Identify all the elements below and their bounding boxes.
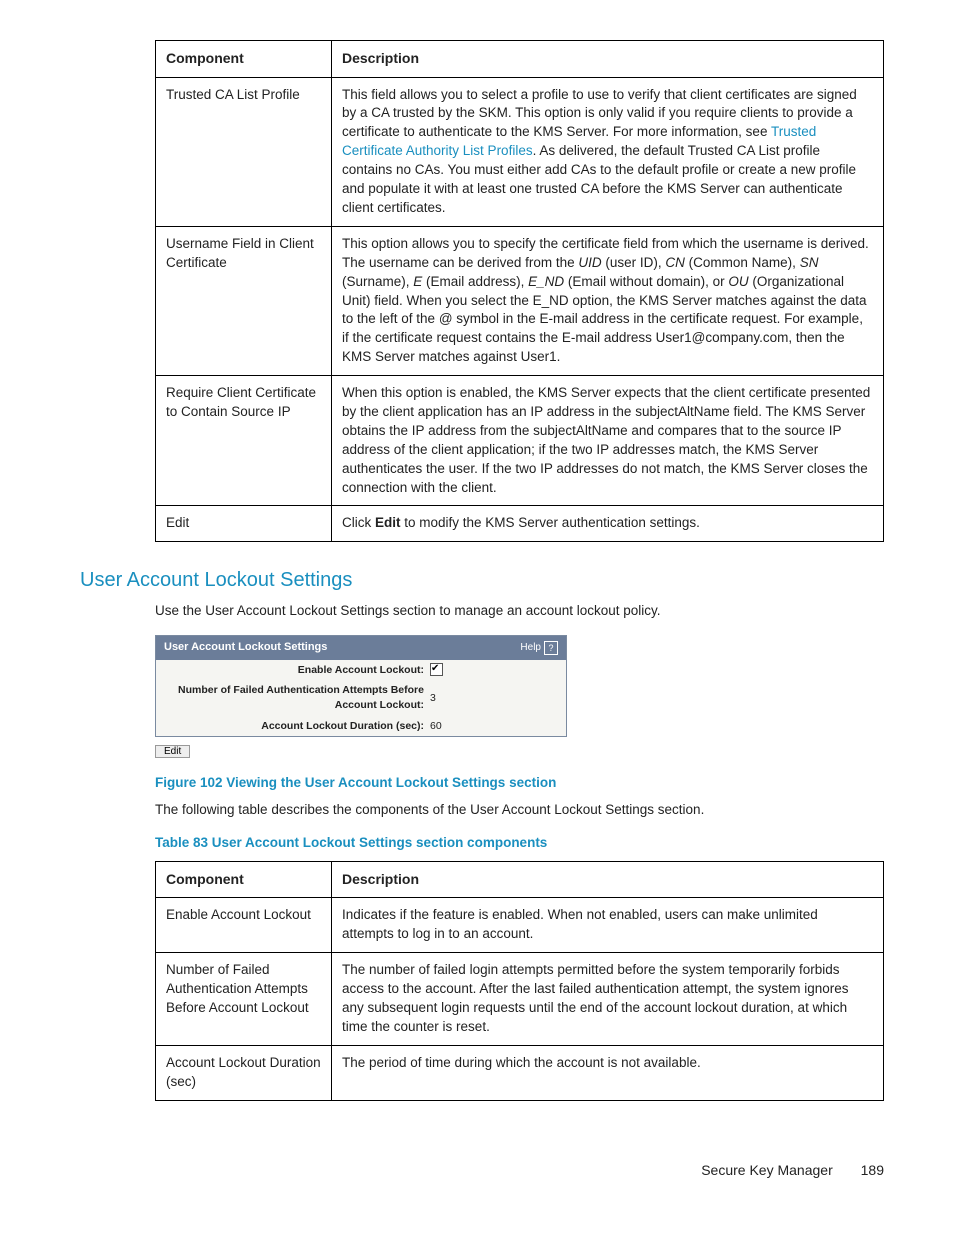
th-component: Component bbox=[156, 861, 332, 898]
table-row: Edit Click Edit to modify the KMS Server… bbox=[156, 506, 884, 542]
th-description: Description bbox=[332, 861, 884, 898]
cell-component: Edit bbox=[156, 506, 332, 542]
cell-component: Enable Account Lockout bbox=[156, 898, 332, 953]
setting-row: Number of Failed Authentication Attempts… bbox=[156, 680, 566, 715]
setting-label: Enable Account Lockout: bbox=[164, 663, 430, 678]
table-row: Account Lockout Duration (sec) The perio… bbox=[156, 1045, 884, 1100]
th-component: Component bbox=[156, 41, 332, 78]
setting-label: Number of Failed Authentication Attempts… bbox=[164, 683, 430, 712]
cell-component: Trusted CA List Profile bbox=[156, 77, 332, 226]
cell-component: Account Lockout Duration (sec) bbox=[156, 1045, 332, 1100]
edit-button[interactable]: Edit bbox=[155, 745, 190, 758]
panel-header: User Account Lockout Settings Help ? bbox=[156, 636, 566, 659]
figure-caption: Figure 102 Viewing the User Account Lock… bbox=[155, 774, 884, 793]
panel-title: User Account Lockout Settings bbox=[164, 640, 327, 655]
cell-description: The period of time during which the acco… bbox=[332, 1045, 884, 1100]
cell-component: Username Field in Client Certificate bbox=[156, 226, 332, 375]
cell-description: The number of failed login attempts perm… bbox=[332, 953, 884, 1046]
cell-description: This option allows you to specify the ce… bbox=[332, 226, 884, 375]
section-heading: User Account Lockout Settings bbox=[80, 566, 884, 594]
table2-intro: The following table describes the compon… bbox=[155, 801, 884, 820]
table-row: Enable Account Lockout Indicates if the … bbox=[156, 898, 884, 953]
components-table-1: Component Description Trusted CA List Pr… bbox=[155, 40, 884, 542]
table-caption: Table 83 User Account Lockout Settings s… bbox=[155, 834, 884, 853]
cell-description: Click Edit to modify the KMS Server auth… bbox=[332, 506, 884, 542]
components-table-2: Component Description Enable Account Loc… bbox=[155, 861, 884, 1101]
setting-row: Enable Account Lockout: bbox=[156, 660, 566, 681]
table-row: Number of Failed Authentication Attempts… bbox=[156, 953, 884, 1046]
cell-description: This field allows you to select a profil… bbox=[332, 77, 884, 226]
setting-row: Account Lockout Duration (sec): 60 bbox=[156, 716, 566, 737]
table-row: Username Field in Client Certificate Thi… bbox=[156, 226, 884, 375]
cell-description: When this option is enabled, the KMS Ser… bbox=[332, 376, 884, 506]
cell-component: Number of Failed Authentication Attempts… bbox=[156, 953, 332, 1046]
th-description: Description bbox=[332, 41, 884, 78]
setting-value: 3 bbox=[430, 691, 436, 706]
cell-component: Require Client Certificate to Contain So… bbox=[156, 376, 332, 506]
help-link[interactable]: Help ? bbox=[520, 641, 558, 655]
table-row: Require Client Certificate to Contain So… bbox=[156, 376, 884, 506]
cell-description: Indicates if the feature is enabled. Whe… bbox=[332, 898, 884, 953]
page-footer: Secure Key Manager 189 bbox=[80, 1161, 884, 1181]
help-icon: ? bbox=[544, 641, 558, 655]
setting-value: 60 bbox=[430, 719, 442, 734]
setting-label: Account Lockout Duration (sec): bbox=[164, 719, 430, 734]
settings-panel: User Account Lockout Settings Help ? Ena… bbox=[155, 635, 567, 737]
checkbox-icon[interactable] bbox=[430, 663, 443, 676]
footer-title: Secure Key Manager bbox=[701, 1162, 833, 1178]
page-number: 189 bbox=[861, 1162, 884, 1178]
table-row: Trusted CA List Profile This field allow… bbox=[156, 77, 884, 226]
intro-paragraph: Use the User Account Lockout Settings se… bbox=[155, 602, 884, 621]
